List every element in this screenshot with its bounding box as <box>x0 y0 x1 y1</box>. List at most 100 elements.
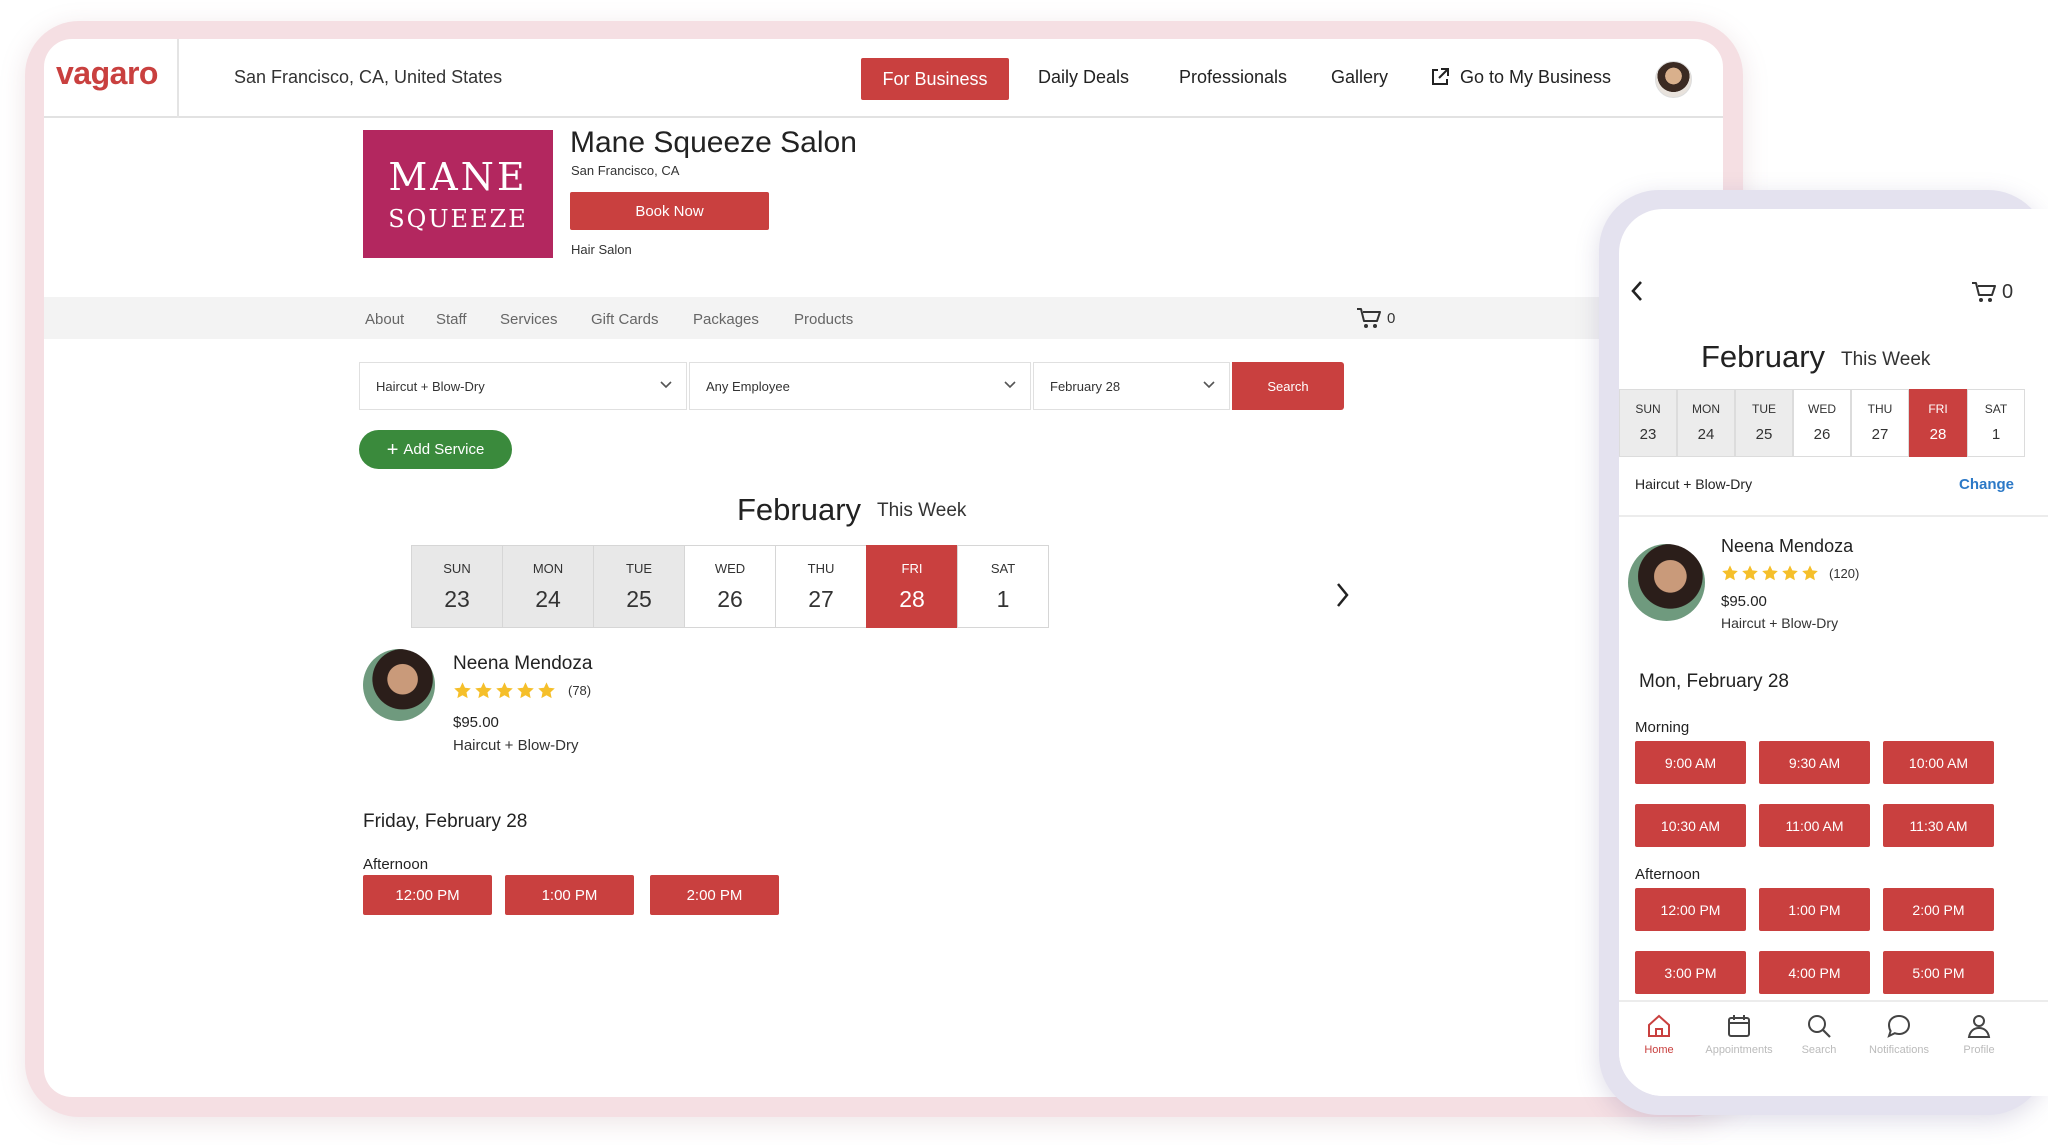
time-slot-button[interactable]: 10:00 AM <box>1883 741 1994 784</box>
day-cell-wed[interactable]: WED 26 <box>1793 389 1851 457</box>
employee-select[interactable]: Any Employee <box>689 362 1031 410</box>
day-date: 26 <box>1813 426 1831 443</box>
external-link-icon[interactable] <box>1430 67 1450 87</box>
stylist-name[interactable]: Neena Mendoza <box>1721 536 1853 557</box>
calendar-month: February <box>1701 339 1826 374</box>
stylist-avatar[interactable] <box>363 649 435 721</box>
day-cell-fri[interactable]: FRI 28 <box>866 545 958 628</box>
time-slot-button[interactable]: 1:00 PM <box>505 875 634 915</box>
tab-label: Notifications <box>1869 1044 1929 1056</box>
time-slot-button[interactable]: 2:00 PM <box>1883 888 1994 931</box>
day-date: 27 <box>1871 426 1889 443</box>
star-icon <box>1722 565 1738 581</box>
chevron-down-icon <box>1203 381 1215 389</box>
user-avatar[interactable] <box>1655 61 1692 98</box>
cart-icon[interactable] <box>1971 281 1997 303</box>
time-slot-button[interactable]: 12:00 PM <box>1635 888 1746 931</box>
chat-bubble-icon <box>1887 1014 1911 1038</box>
nav-daily-deals[interactable]: Daily Deals <box>1038 67 1129 88</box>
day-cell-sat[interactable]: SAT 1 <box>957 545 1049 628</box>
star-icon <box>1782 565 1798 581</box>
day-name: THU <box>807 561 835 576</box>
day-cell-tue[interactable]: TUE 25 <box>1735 389 1793 457</box>
nav-professionals[interactable]: Professionals <box>1179 67 1287 88</box>
stylist-avatar[interactable] <box>1628 544 1705 621</box>
for-business-button[interactable]: For Business <box>861 58 1009 100</box>
time-slot-button[interactable]: 2:00 PM <box>650 875 779 915</box>
day-cell-thu[interactable]: THU 27 <box>1851 389 1909 457</box>
add-service-button[interactable]: + Add Service <box>359 430 512 469</box>
salon-logo-line1: MANE <box>388 155 528 199</box>
day-cell-mon[interactable]: MON 24 <box>502 545 594 628</box>
time-slot-button[interactable]: 10:30 AM <box>1635 804 1746 847</box>
time-slot-button[interactable]: 5:00 PM <box>1883 951 1994 994</box>
date-select-value: February 28 <box>1050 378 1121 394</box>
day-date: 25 <box>1755 426 1773 443</box>
salon-logo: MANE SQUEEZE <box>363 130 553 258</box>
day-cell-fri[interactable]: FRI 28 <box>1909 389 1967 457</box>
service-select[interactable]: Haircut + Blow-Dry <box>359 362 687 410</box>
search-button[interactable]: Search <box>1232 362 1344 410</box>
availability-date: Mon, February 28 <box>1639 671 1789 692</box>
day-cell-sun[interactable]: SUN 23 <box>1619 389 1677 457</box>
subnav-staff[interactable]: Staff <box>436 311 467 328</box>
salon-name: Mane Squeeze Salon <box>570 126 857 159</box>
book-now-button[interactable]: Book Now <box>570 192 769 230</box>
time-slot-button[interactable]: 9:30 AM <box>1759 741 1870 784</box>
search-icon <box>1808 1015 1831 1038</box>
afternoon-label: Afternoon <box>363 856 429 873</box>
day-cell-sat[interactable]: SAT 1 <box>1967 389 2025 457</box>
tab-label: Profile <box>1963 1044 1995 1056</box>
desktop-screen: vagaro San Francisco, CA, United States … <box>44 39 1723 1097</box>
time-slot-button[interactable]: 12:00 PM <box>363 875 492 915</box>
stage: vagaro San Francisco, CA, United States … <box>0 0 2048 1145</box>
nav-go-to-my-business[interactable]: Go to My Business <box>1460 67 1611 88</box>
location-selector[interactable]: San Francisco, CA, United States <box>234 67 502 88</box>
stylist-rating: (120) <box>1721 564 1859 582</box>
day-cell-tue[interactable]: TUE 25 <box>593 545 685 628</box>
star-icon <box>454 682 471 699</box>
day-cell-sun[interactable]: SUN 23 <box>411 545 503 628</box>
day-cell-wed[interactable]: WED 26 <box>684 545 776 628</box>
stylist-price: $95.00 <box>1721 593 1767 610</box>
day-name: TUE <box>626 561 652 576</box>
tab-search[interactable]: Search <box>1779 1012 1859 1056</box>
time-slot-button[interactable]: 9:00 AM <box>1635 741 1746 784</box>
plus-icon: + <box>386 438 399 461</box>
time-slot-button[interactable]: 4:00 PM <box>1759 951 1870 994</box>
day-name: SAT <box>990 561 1016 576</box>
back-arrow-icon[interactable] <box>1629 279 1645 303</box>
time-slot-button[interactable]: 1:00 PM <box>1759 888 1870 931</box>
day-cell-mon[interactable]: MON 24 <box>1677 389 1735 457</box>
salon-type: Hair Salon <box>571 242 632 257</box>
tab-appointments[interactable]: Appointments <box>1699 1012 1779 1056</box>
date-select[interactable]: February 28 <box>1033 362 1230 410</box>
subnav-gift-cards[interactable]: Gift Cards <box>591 311 659 328</box>
subnav-about[interactable]: About <box>365 311 404 328</box>
employee-select-value: Any Employee <box>706 378 790 394</box>
star-rating <box>1721 564 1819 582</box>
chevron-right-icon[interactable] <box>1332 580 1352 610</box>
vagaro-logo[interactable]: vagaro <box>56 55 158 92</box>
subnav-services[interactable]: Services <box>500 311 558 328</box>
availability-date: Friday, February 28 <box>363 811 528 832</box>
cart-icon[interactable] <box>1356 307 1382 329</box>
star-icon <box>1742 565 1758 581</box>
tab-home[interactable]: Home <box>1619 1012 1699 1056</box>
time-slot-button[interactable]: 11:00 AM <box>1759 804 1870 847</box>
time-slot-button[interactable]: 11:30 AM <box>1883 804 1994 847</box>
star-icon <box>475 682 492 699</box>
star-icon <box>517 682 534 699</box>
stylist-name[interactable]: Neena Mendoza <box>453 653 592 675</box>
nav-gallery[interactable]: Gallery <box>1331 67 1388 88</box>
day-cell-thu[interactable]: THU 27 <box>775 545 867 628</box>
subnav-packages[interactable]: Packages <box>693 311 759 328</box>
subnav-products[interactable]: Products <box>794 311 853 328</box>
day-date: 23 <box>444 586 470 612</box>
change-service-link[interactable]: Change <box>1959 476 2014 493</box>
tab-profile[interactable]: Profile <box>1939 1012 2019 1056</box>
time-slot-button[interactable]: 3:00 PM <box>1635 951 1746 994</box>
day-date: 28 <box>899 586 925 612</box>
tab-notifications[interactable]: Notifications <box>1859 1012 1939 1056</box>
star-icon <box>496 682 513 699</box>
